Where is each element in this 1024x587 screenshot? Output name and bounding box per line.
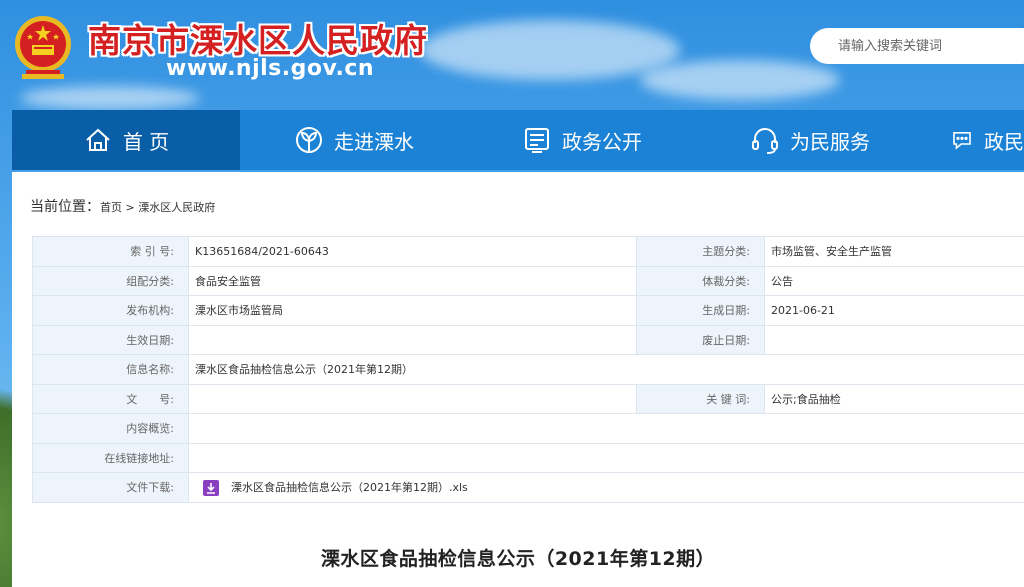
- nav-item-label: 政务公开: [562, 129, 642, 154]
- online-link-value: [188, 442, 1024, 473]
- created-date-label: 生成日期:: [636, 295, 765, 326]
- headset-icon: [752, 128, 778, 154]
- summary-value: [188, 413, 1024, 444]
- file-download-label: 文件下载:: [32, 472, 189, 503]
- national-emblem-icon: [15, 16, 71, 79]
- genre-category-value: 公告: [764, 265, 1024, 296]
- table-row: 在线链接地址:: [32, 442, 1024, 473]
- document-number-label: 文 号:: [32, 383, 189, 414]
- breadcrumb-separator: >: [122, 201, 139, 214]
- nav-item-label: 为民服务: [790, 129, 870, 154]
- index-number-value: K13651684/2021-60643: [188, 236, 637, 267]
- breadcrumb-prefix: 当前位置：: [30, 199, 100, 215]
- index-number-label: 索 引 号:: [32, 236, 189, 267]
- table-row: 文 号: 关 键 词: 公示;食品抽检: [32, 383, 1024, 414]
- nav-item-label: 走进溧水: [334, 129, 414, 154]
- created-date-value: 2021-06-21: [764, 295, 1024, 326]
- group-category-value: 食品安全监管: [188, 265, 637, 296]
- download-icon[interactable]: [203, 479, 219, 496]
- keywords-value: 公示;食品抽检: [764, 383, 1024, 414]
- main-navigation: 首 页 走进溧水 政务公开 为民服务 政民: [12, 110, 1024, 170]
- site-header: 南京市溧水区人民政府 www.njls.gov.cn: [0, 0, 1024, 110]
- table-row: 内容概览:: [32, 413, 1024, 444]
- online-link-label: 在线链接地址:: [32, 442, 189, 473]
- topic-category-value: 市场监管、安全生产监管: [764, 236, 1024, 267]
- nav-item-label: 政民: [984, 129, 1024, 154]
- nav-item-home[interactable]: 首 页: [12, 110, 240, 170]
- table-row: 索 引 号: K13651684/2021-60643 主题分类: 市场监管、安…: [32, 236, 1024, 267]
- nav-item-interaction[interactable]: 政民: [924, 110, 1024, 170]
- table-row: 组配分类: 食品安全监管 体裁分类: 公告: [32, 265, 1024, 296]
- table-row: 信息名称: 溧水区食品抽检信息公示（2021年第12期）: [32, 354, 1024, 385]
- expiry-date-value: [764, 324, 1024, 355]
- document-title: 溧水区食品抽检信息公示（2021年第12期）: [320, 548, 716, 570]
- document-number-value: [188, 383, 637, 414]
- table-row: 发布机构: 溧水区市场监管局 生成日期: 2021-06-21: [32, 295, 1024, 326]
- table-row: 生效日期: 废止日期:: [32, 324, 1024, 355]
- effective-date-value: [188, 324, 637, 355]
- genre-category-label: 体裁分类:: [636, 265, 765, 296]
- content-panel: 当前位置：首页 > 溧水区人民政府 索 引 号: K13651684/2021-…: [12, 172, 1024, 587]
- publisher-label: 发布机构:: [32, 295, 189, 326]
- nav-item-about[interactable]: 走进溧水: [240, 110, 468, 170]
- table-row: 文件下载: 溧水区食品抽检信息公示（2021年第12期）.xls: [32, 472, 1024, 503]
- group-category-label: 组配分类:: [32, 265, 189, 296]
- nav-item-services[interactable]: 为民服务: [696, 110, 924, 170]
- nav-item-label: 首 页: [122, 129, 170, 154]
- site-title: 南京市溧水区人民政府: [88, 21, 428, 60]
- keywords-label: 关 键 词:: [636, 383, 765, 414]
- document-icon: [525, 128, 549, 153]
- chat-icon: [953, 132, 971, 150]
- download-file-link[interactable]: 溧水区食品抽检信息公示（2021年第12期）.xls: [231, 481, 468, 494]
- nav-item-gov-affairs[interactable]: 政务公开: [468, 110, 696, 170]
- metadata-table: 索 引 号: K13651684/2021-60643 主题分类: 市场监管、安…: [32, 236, 1024, 503]
- topic-category-label: 主题分类:: [636, 236, 765, 267]
- info-name-value: 溧水区食品抽检信息公示（2021年第12期）: [188, 354, 1024, 385]
- breadcrumb-current-link[interactable]: 溧水区人民政府: [138, 201, 215, 214]
- summary-label: 内容概览:: [32, 413, 189, 444]
- search-input[interactable]: [810, 28, 1024, 64]
- expiry-date-label: 废止日期:: [636, 324, 765, 355]
- effective-date-label: 生效日期:: [32, 324, 189, 355]
- file-download-cell: 溧水区食品抽检信息公示（2021年第12期）.xls: [188, 472, 1024, 503]
- info-name-label: 信息名称:: [32, 354, 189, 385]
- site-url: www.njls.gov.cn: [166, 56, 375, 81]
- home-icon: [86, 128, 110, 151]
- breadcrumb-home-link[interactable]: 首页: [100, 201, 122, 214]
- leaf-icon: [296, 127, 322, 153]
- breadcrumb: 当前位置：首页 > 溧水区人民政府: [30, 196, 215, 216]
- publisher-value: 溧水区市场监管局: [188, 295, 637, 326]
